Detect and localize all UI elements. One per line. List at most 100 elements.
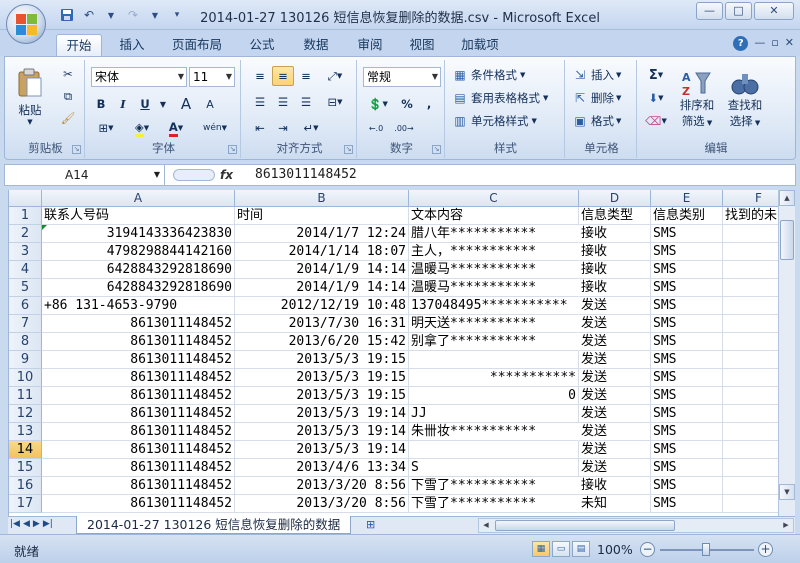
scroll-down-icon[interactable]: ▼	[779, 484, 795, 500]
cell-c4[interactable]: 温暖马***********	[409, 261, 579, 279]
row-header[interactable]: 7	[9, 315, 42, 333]
merge-center-button[interactable]: ⊟ ▼	[321, 92, 349, 112]
cell-e13[interactable]: SMS	[651, 423, 723, 441]
name-box[interactable]: A14 ▼	[5, 165, 165, 185]
format-cells-button[interactable]: ▣ 格式 ▼	[571, 111, 633, 131]
cell-e11[interactable]: SMS	[651, 387, 723, 405]
cell-c2[interactable]: 腊八年***********	[409, 225, 579, 243]
align-left-button[interactable]: ☰	[249, 92, 271, 112]
cell-e10[interactable]: SMS	[651, 369, 723, 387]
normal-view-icon[interactable]: ▦	[532, 541, 550, 557]
cell-b4[interactable]: 2014/1/9 14:14	[235, 261, 409, 279]
tab-home[interactable]: 开始	[56, 34, 102, 56]
cell-f11[interactable]	[723, 387, 778, 405]
page-break-view-icon[interactable]: ▤	[572, 541, 590, 557]
align-center-button[interactable]: ☰	[272, 92, 294, 112]
cell-e7[interactable]: SMS	[651, 315, 723, 333]
row-header[interactable]: 13	[9, 423, 42, 441]
row-header[interactable]: 6	[9, 297, 42, 315]
tab-view[interactable]: 视图	[400, 34, 444, 56]
decrease-decimal-button[interactable]: .00→	[391, 118, 417, 138]
tab-insert[interactable]: 插入	[110, 34, 154, 56]
cell-b8[interactable]: 2013/6/20 15:42	[235, 333, 409, 351]
currency-button[interactable]: 💲 ▼	[363, 94, 393, 114]
cell-f8[interactable]	[723, 333, 778, 351]
align-middle-button[interactable]: ≡	[272, 66, 294, 86]
tab-formulas[interactable]: 公式	[240, 34, 284, 56]
find-select-button[interactable]: 查找和 选择 ▼	[723, 64, 767, 134]
font-color-button[interactable]: A ▼	[161, 118, 191, 138]
restore-icon[interactable]: ▫	[771, 36, 778, 51]
cell-c1[interactable]: 文本内容	[409, 207, 579, 225]
paste-button[interactable]: 粘贴 ▼	[13, 64, 47, 130]
page-layout-view-icon[interactable]: ▭	[552, 541, 570, 557]
formula-bar-splitter[interactable]	[173, 169, 215, 181]
column-header-c[interactable]: C	[409, 190, 579, 207]
cell-a14[interactable]: 8613011148452	[42, 441, 235, 459]
clear-button[interactable]: ⌫ ▼	[643, 111, 669, 131]
tab-review[interactable]: 审阅	[348, 34, 392, 56]
cell-f3[interactable]	[723, 243, 778, 261]
cell-e6[interactable]: SMS	[651, 297, 723, 315]
column-header-d[interactable]: D	[579, 190, 651, 207]
align-bottom-button[interactable]: ≡	[295, 66, 317, 86]
column-header-b[interactable]: B	[235, 190, 409, 207]
format-as-table-button[interactable]: ▤ 套用表格格式 ▼	[451, 88, 559, 108]
cell-c15[interactable]: S	[409, 459, 579, 477]
font-name-combo[interactable]: 宋体 ▼	[91, 67, 187, 87]
dialog-launcher-icon[interactable]: ↘	[432, 145, 441, 154]
cell-b3[interactable]: 2014/1/14 18:07	[235, 243, 409, 261]
row-header[interactable]: 9	[9, 351, 42, 369]
cell-c14[interactable]	[409, 441, 579, 459]
column-header-f[interactable]: F	[723, 190, 778, 207]
maximize-button[interactable]: □	[725, 2, 752, 20]
cell-b13[interactable]: 2013/5/3 19:14	[235, 423, 409, 441]
cell-d13[interactable]: 发送	[579, 423, 651, 441]
close-button[interactable]: ✕	[754, 2, 794, 20]
cell-f15[interactable]	[723, 459, 778, 477]
cell-e1[interactable]: 信息类别	[651, 207, 723, 225]
cell-c8[interactable]: 别拿了***********	[409, 333, 579, 351]
cell-b12[interactable]: 2013/5/3 19:14	[235, 405, 409, 423]
cell-e15[interactable]: SMS	[651, 459, 723, 477]
cell-b16[interactable]: 2013/3/20 8:56	[235, 477, 409, 495]
cell-b10[interactable]: 2013/5/3 19:15	[235, 369, 409, 387]
bold-button[interactable]: B	[91, 94, 111, 114]
cell-d15[interactable]: 发送	[579, 459, 651, 477]
help-icon[interactable]: ?	[733, 36, 749, 51]
cell-f2[interactable]	[723, 225, 778, 243]
shrink-font-button[interactable]: A	[199, 94, 221, 114]
cell-e4[interactable]: SMS	[651, 261, 723, 279]
autosum-button[interactable]: Σ ▼	[643, 65, 669, 85]
worksheet-grid[interactable]: A B C D E F 1 联系人号码 时间 文本内容 信息类型 信息类别 找到的未 2 319…	[8, 190, 778, 516]
row-header[interactable]: 5	[9, 279, 42, 297]
dialog-launcher-icon[interactable]: ↘	[72, 145, 81, 154]
cell-f10[interactable]	[723, 369, 778, 387]
cell-d3[interactable]: 接收	[579, 243, 651, 261]
italic-button[interactable]: I	[113, 94, 133, 114]
insert-function-button[interactable]: fx	[220, 165, 233, 185]
cell-d5[interactable]: 接收	[579, 279, 651, 297]
zoom-slider-thumb[interactable]	[702, 543, 710, 556]
orientation-button[interactable]: ⤢ ▼	[321, 66, 349, 86]
cell-a5[interactable]: 6428843292818690	[42, 279, 235, 297]
cell-d11[interactable]: 发送	[579, 387, 651, 405]
cell-b11[interactable]: 2013/5/3 19:15	[235, 387, 409, 405]
scroll-left-icon[interactable]: ◀	[479, 519, 493, 532]
cell-d12[interactable]: 发送	[579, 405, 651, 423]
cell-d1[interactable]: 信息类型	[579, 207, 651, 225]
font-size-combo[interactable]: 11 ▼	[189, 67, 235, 87]
row-header[interactable]: 14	[9, 441, 42, 459]
fill-button[interactable]: ⬇ ▼	[643, 88, 669, 108]
cell-b2[interactable]: 2014/1/7 12:24	[235, 225, 409, 243]
row-header[interactable]: 3	[9, 243, 42, 261]
cell-c9[interactable]	[409, 351, 579, 369]
horizontal-scroll-thumb[interactable]	[495, 520, 675, 531]
row-header[interactable]: 1	[9, 207, 42, 225]
cell-d14[interactable]: 发送	[579, 441, 651, 459]
horizontal-scrollbar[interactable]: ◀ ▶	[478, 518, 794, 533]
cell-b6[interactable]: 2012/12/19 10:48	[235, 297, 409, 315]
vertical-scrollbar[interactable]: ▲ ▼	[778, 190, 795, 516]
minimize-ribbon-icon[interactable]: —	[754, 36, 765, 51]
cell-f13[interactable]	[723, 423, 778, 441]
